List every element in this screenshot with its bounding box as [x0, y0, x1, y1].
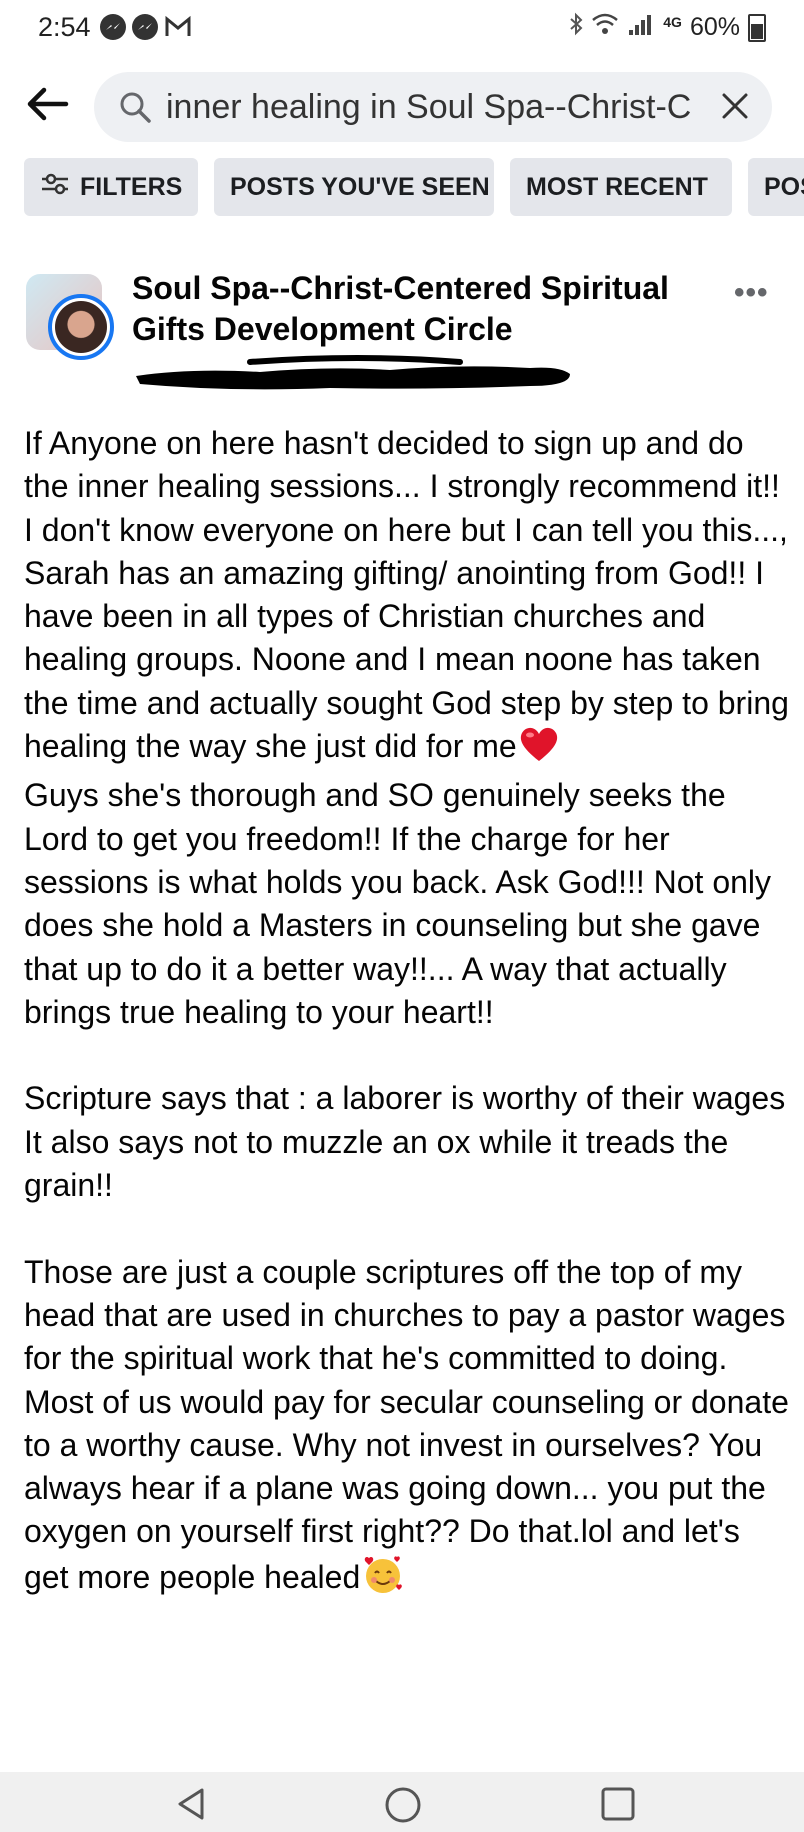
bluetooth-icon	[569, 12, 583, 43]
post-text: Those are just a couple scriptures off t…	[24, 1253, 789, 1595]
search-icon	[118, 90, 152, 129]
filters-button[interactable]: FILTERS	[24, 158, 198, 216]
gmail-icon	[164, 14, 192, 45]
more-options-icon[interactable]: •••	[734, 276, 769, 310]
back-arrow-icon[interactable]	[24, 80, 72, 128]
chip-posts-youve-seen[interactable]: POSTS YOU'VE SEEN	[214, 158, 494, 216]
smiling-face-with-hearts-emoji	[362, 1554, 404, 1607]
post-paragraph: It also says not to muzzle an ox while i…	[24, 1123, 729, 1204]
wifi-icon	[591, 12, 619, 43]
filter-chips: FILTERS POSTS YOU'VE SEEN MOST RECENT PO…	[24, 158, 804, 218]
avatar	[48, 294, 114, 360]
chip-most-recent[interactable]: MOST RECENT	[510, 158, 732, 216]
post-body: If Anyone on here hasn't decided to sign…	[24, 422, 792, 1607]
post-paragraph: If Anyone on here hasn't decided to sign…	[24, 422, 792, 774]
post-text: If Anyone on here hasn't decided to sign…	[24, 425, 789, 765]
messenger-icon	[132, 14, 158, 40]
network-type: 4G	[663, 13, 682, 30]
status-time: 2:54	[38, 12, 91, 42]
messenger-icon	[100, 14, 126, 40]
close-icon[interactable]	[720, 91, 750, 126]
redaction-scribble	[136, 355, 570, 390]
battery-icon	[748, 13, 766, 42]
post-paragraph: Guys she's thorough and SO genuinely see…	[24, 777, 772, 1030]
system-nav-bar	[0, 1772, 804, 1832]
notification-icons	[100, 14, 192, 45]
red-heart-emoji	[519, 725, 559, 774]
filters-label: FILTERS	[80, 172, 183, 201]
back-triangle-icon[interactable]	[174, 1786, 210, 1827]
group-name[interactable]: Soul Spa--Christ-Centered Spiritual Gift…	[132, 268, 722, 350]
recents-square-icon[interactable]	[600, 1786, 636, 1827]
group-avatar[interactable]	[26, 274, 116, 364]
chip-posts[interactable]: POST	[748, 158, 804, 216]
battery-percent: 60%	[689, 13, 740, 41]
search-bar[interactable]: inner healing in Soul Spa--Christ-C	[94, 72, 772, 142]
status-right: 4G 60%	[569, 12, 766, 43]
signal-icon	[627, 12, 655, 43]
status-bar: 2:54 4G 60%	[0, 0, 804, 60]
filters-icon	[40, 172, 70, 203]
search-input[interactable]: inner healing in Soul Spa--Christ-C	[166, 88, 706, 127]
post-paragraph: Those are just a couple scriptures off t…	[24, 1251, 792, 1607]
home-circle-icon[interactable]	[384, 1786, 422, 1829]
post-paragraph: Scripture says that : a laborer is worth…	[24, 1080, 786, 1117]
